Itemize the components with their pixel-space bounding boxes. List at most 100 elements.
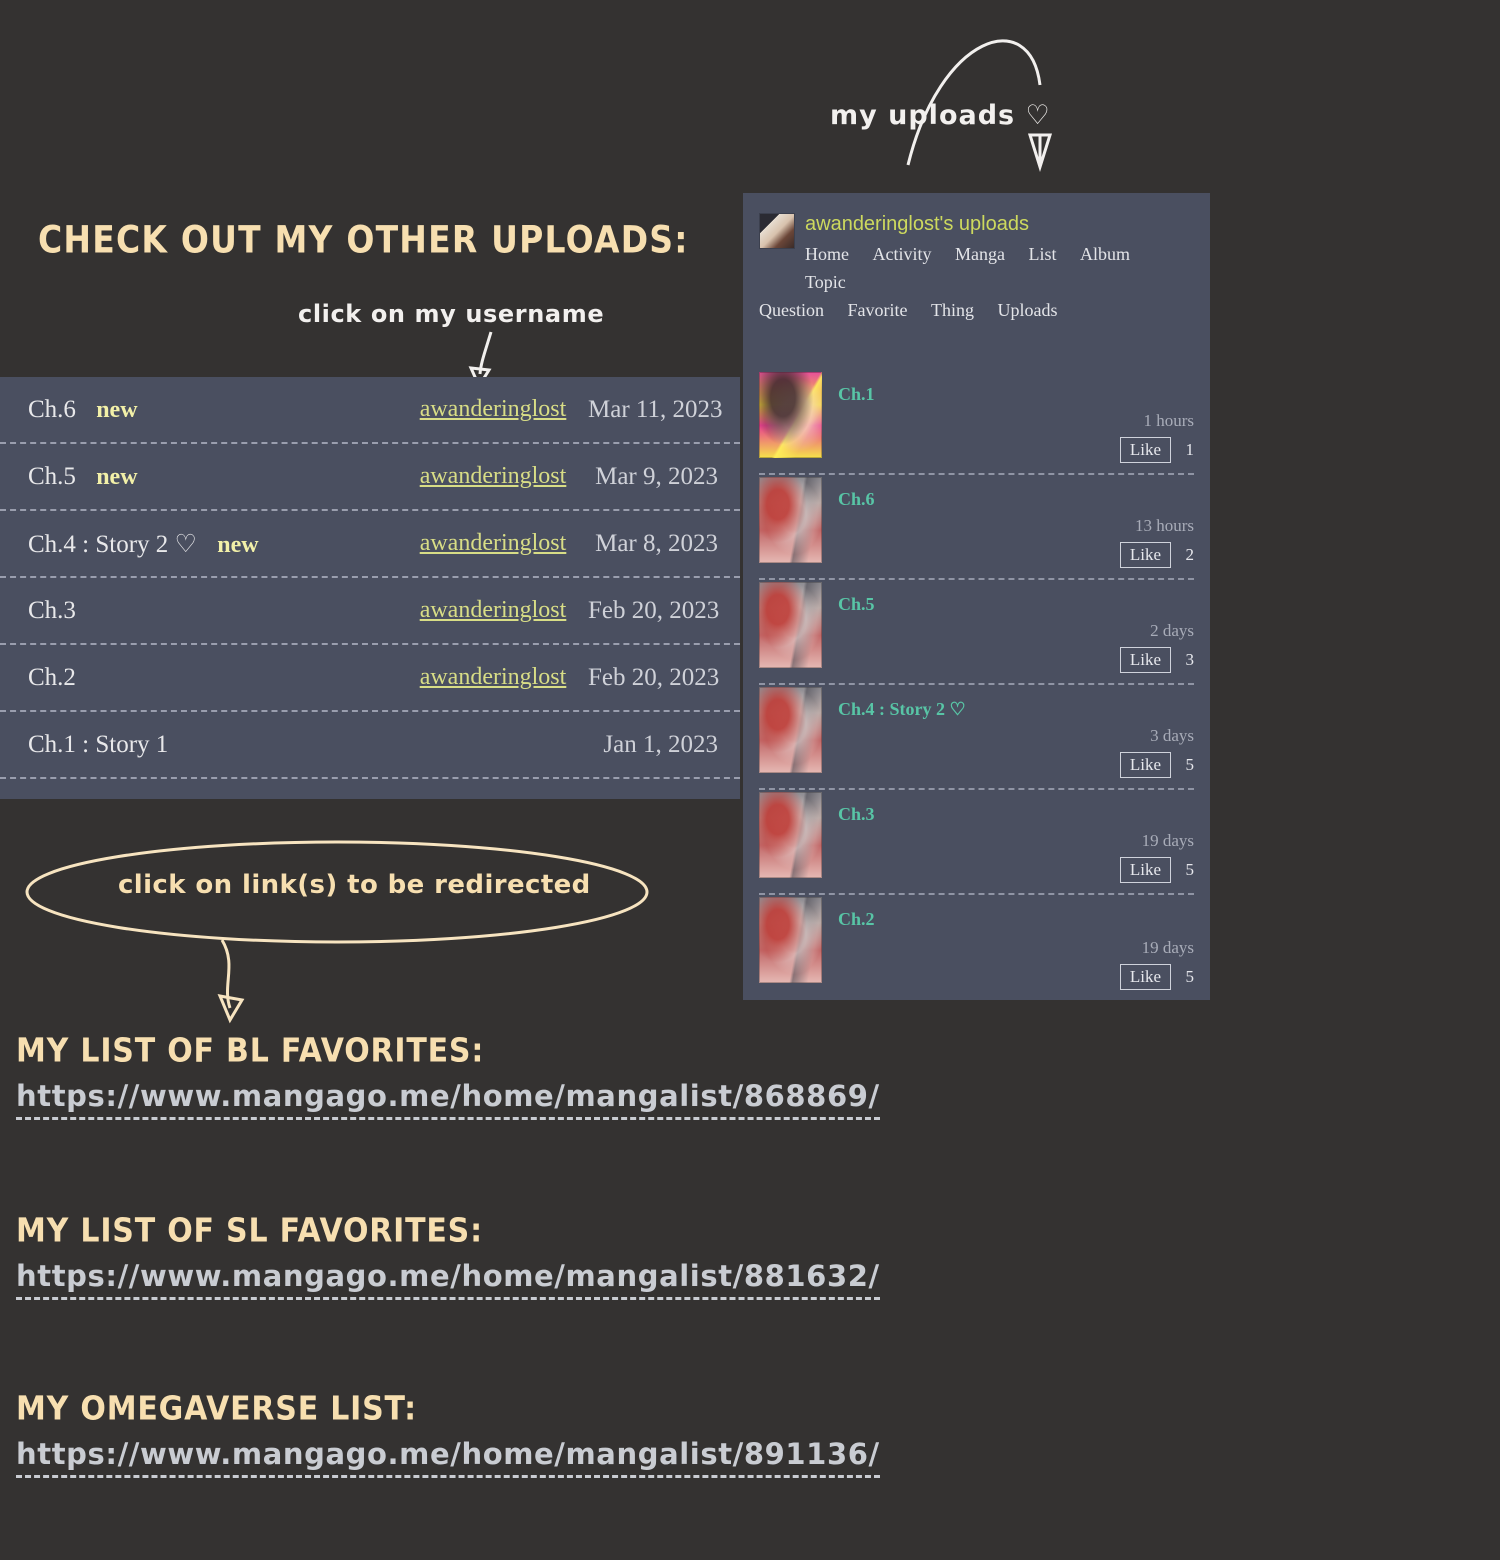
bl-favorites-url[interactable]: https://www.mangago.me/home/mangalist/86… (16, 1079, 880, 1120)
timestamp: 19 days (1141, 938, 1194, 957)
item-meta: 19 days Like 5 (1119, 938, 1195, 990)
table-row: Ch.2 awanderinglost Feb 20, 2023 (0, 645, 740, 712)
timestamp: 1 hours (1143, 411, 1194, 430)
nav-item-uploads[interactable]: Uploads (998, 300, 1058, 321)
item-meta: 13 hours Like 2 (1119, 516, 1195, 568)
chapter-title: Ch.6 new (28, 395, 138, 423)
chapter-title: Ch.4 : Story 2 ♡ new (28, 530, 259, 558)
like-button[interactable]: Like (1119, 752, 1171, 778)
item-meta: 19 days Like 5 (1119, 831, 1195, 883)
nav-item-activity[interactable]: Activity (873, 244, 932, 265)
nav-item-question[interactable]: Question (759, 300, 824, 321)
nav-item-thing[interactable]: Thing (931, 300, 974, 321)
chapter-list-panel: Ch.6 new awanderinglost Mar 11, 2023 Ch.… (0, 377, 740, 799)
cover-thumbnail[interactable] (759, 372, 822, 458)
check-uploads-heading: CHECK OUT MY OTHER UPLOADS: (38, 218, 689, 262)
chapter-date: Mar 9, 2023 (595, 462, 718, 490)
list-item: Ch.5 2 days Like 3 (759, 580, 1194, 685)
timestamp: 3 days (1150, 726, 1194, 745)
page-root: my uploads ♡ CHECK OUT MY OTHER UPLOADS:… (0, 0, 1500, 1560)
omegaverse-block: MY OMEGAVERSE LIST: https://www.mangago.… (16, 1390, 880, 1478)
cover-thumbnail[interactable] (759, 582, 822, 668)
chapter-link[interactable]: Ch.4 : Story 2 ♡ (838, 685, 966, 720)
like-button[interactable]: Like (1119, 647, 1171, 673)
uploader-link[interactable]: awanderinglost (398, 664, 588, 691)
uploader-link[interactable]: awanderinglost (398, 597, 588, 624)
omegaverse-url[interactable]: https://www.mangago.me/home/mangalist/89… (16, 1437, 880, 1478)
nav-item-manga[interactable]: Manga (955, 244, 1005, 265)
like-count: 5 (1185, 860, 1195, 879)
chapter-title: Ch.1 : Story 1 (28, 730, 169, 758)
like-button[interactable]: Like (1119, 857, 1171, 883)
bl-favorites-block: MY LIST OF BL FAVORITES: https://www.man… (16, 1032, 880, 1120)
new-badge: new (96, 463, 138, 490)
chapter-link[interactable]: Ch.2 (838, 895, 875, 930)
redirect-callout-text: click on link(s) to be redirected (118, 870, 591, 900)
chapter-date: Feb 20, 2023 (588, 596, 720, 624)
like-button[interactable]: Like (1119, 964, 1171, 990)
nav-item-album[interactable]: Album (1080, 244, 1130, 265)
list-item: Ch.1 1 hours Like 1 (759, 370, 1194, 475)
cover-thumbnail[interactable] (759, 687, 822, 773)
uploads-widget-nav-row2: Question Favorite Thing Uploads (759, 300, 1194, 328)
item-meta: 3 days Like 5 (1119, 726, 1195, 778)
like-count: 2 (1185, 545, 1195, 564)
sl-favorites-url[interactable]: https://www.mangago.me/home/mangalist/88… (16, 1259, 880, 1300)
chapter-link[interactable]: Ch.3 (838, 790, 875, 825)
timestamp: 19 days (1141, 831, 1194, 850)
like-button[interactable]: Like (1119, 542, 1171, 568)
chapter-date: Mar 11, 2023 (588, 395, 723, 423)
chapter-date: Jan 1, 2023 (603, 730, 718, 758)
list-item: Ch.3 19 days Like 5 (759, 790, 1194, 895)
cover-thumbnail[interactable] (759, 792, 822, 878)
chapter-title: Ch.3 (28, 596, 76, 624)
like-count: 5 (1185, 967, 1195, 986)
chapter-link[interactable]: Ch.5 (838, 580, 875, 615)
uploads-widget-header: awanderinglost's uploads Home Activity M… (759, 213, 1194, 328)
new-badge: new (96, 396, 138, 423)
timestamp: 2 days (1150, 621, 1194, 640)
nav-item-favorite[interactable]: Favorite (848, 300, 908, 321)
uploads-widget-panel: awanderinglost's uploads Home Activity M… (743, 193, 1210, 1000)
timestamp: 13 hours (1134, 516, 1194, 535)
item-meta: 1 hours Like 1 (1119, 411, 1194, 463)
chapter-date: Feb 20, 2023 (588, 663, 720, 691)
cover-thumbnail[interactable] (759, 477, 822, 563)
sl-favorites-block: MY LIST OF SL FAVORITES: https://www.man… (16, 1212, 880, 1300)
like-count: 5 (1185, 755, 1195, 774)
chapter-link[interactable]: Ch.6 (838, 475, 875, 510)
item-meta: 2 days Like 3 (1119, 621, 1195, 673)
list-item: Ch.2 19 days Like 5 (759, 895, 1194, 1000)
redirect-callout-ellipse (25, 840, 649, 1024)
uploads-widget-title[interactable]: awanderinglost's uploads (805, 213, 1194, 235)
omegaverse-heading: MY OMEGAVERSE LIST: (16, 1390, 417, 1429)
username-callout-text: click on my username (298, 300, 605, 328)
chapter-date: Mar 8, 2023 (595, 529, 718, 557)
nav-item-home[interactable]: Home (805, 244, 849, 265)
sl-favorites-heading: MY LIST OF SL FAVORITES: (16, 1212, 483, 1251)
chapter-title: Ch.5 new (28, 462, 138, 490)
like-count: 3 (1185, 650, 1195, 669)
table-row: Ch.5 new awanderinglost Mar 9, 2023 (0, 444, 740, 511)
nav-item-topic[interactable]: Topic (805, 272, 846, 293)
new-badge: new (217, 531, 259, 558)
uploader-link[interactable]: awanderinglost (398, 530, 588, 557)
table-row: Ch.4 : Story 2 ♡ new awanderinglost Mar … (0, 511, 740, 578)
table-row: Ch.3 awanderinglost Feb 20, 2023 (0, 578, 740, 645)
table-row: Ch.6 new awanderinglost Mar 11, 2023 (0, 377, 740, 444)
nav-item-list[interactable]: List (1028, 244, 1056, 265)
table-row: Ch.1 : Story 1 Jan 1, 2023 (0, 712, 740, 779)
avatar[interactable] (759, 213, 795, 249)
list-item: Ch.4 : Story 2 ♡ 3 days Like 5 (759, 685, 1194, 790)
uploads-widget-nav: Home Activity Manga List Album Topic Que… (759, 244, 1194, 328)
list-item: Ch.6 13 hours Like 2 (759, 475, 1194, 580)
uploads-list: Ch.1 1 hours Like 1 Ch.6 13 hours Like 2… (759, 370, 1194, 1000)
uploads-callout-text: my uploads ♡ (830, 100, 1051, 131)
chapter-link[interactable]: Ch.1 (838, 370, 875, 405)
uploader-link[interactable]: awanderinglost (398, 463, 588, 490)
bl-favorites-heading: MY LIST OF BL FAVORITES: (16, 1032, 485, 1071)
like-button[interactable]: Like (1119, 437, 1171, 463)
chapter-title: Ch.2 (28, 663, 76, 691)
cover-thumbnail[interactable] (759, 897, 822, 983)
uploader-link[interactable]: awanderinglost (398, 396, 588, 423)
